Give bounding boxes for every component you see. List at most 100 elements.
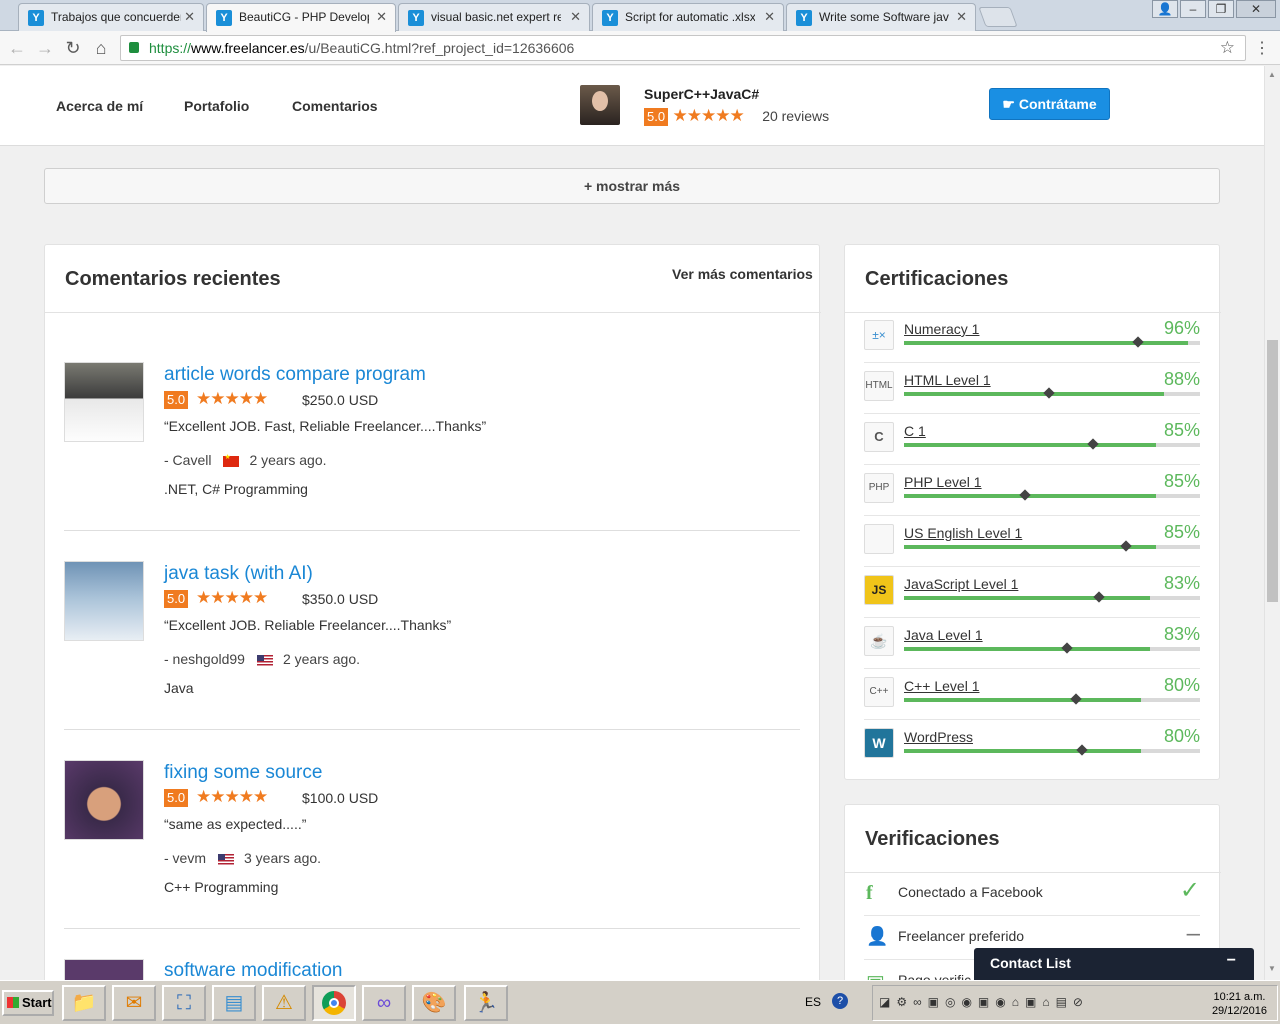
back-arrow-icon[interactable]: ← xyxy=(6,37,28,59)
profile-rating: 5.0 ★★★★★ 20 reviews xyxy=(644,106,829,126)
language-indicator[interactable]: ES xyxy=(805,995,821,1009)
facebook-icon: f xyxy=(866,882,873,904)
infinity-app-icon[interactable]: ∞ xyxy=(362,985,406,1021)
certification-name[interactable]: C++ Level 1 xyxy=(904,678,980,694)
certification-row: JS JavaScript Level 1 83% xyxy=(864,567,1200,618)
review-project-link[interactable]: fixing some source xyxy=(164,762,322,784)
rating-stars-icon: ★★★★★ xyxy=(672,106,745,125)
certification-bar-fill xyxy=(904,596,1150,600)
verifications-title: Verificaciones xyxy=(865,828,1000,850)
certification-name[interactable]: C 1 xyxy=(904,423,926,439)
chrome-icon[interactable] xyxy=(312,985,356,1021)
average-marker-icon xyxy=(1019,489,1031,501)
restore-window-icon[interactable]: ❐ xyxy=(1208,0,1234,18)
outlook-icon[interactable]: ✉ xyxy=(112,985,156,1021)
certification-bar-fill xyxy=(904,698,1141,702)
certification-bar-fill xyxy=(904,443,1156,447)
new-tab-button[interactable] xyxy=(978,7,1018,27)
runner-app-icon[interactable]: 🏃 xyxy=(464,985,508,1021)
certification-name[interactable]: Java Level 1 xyxy=(904,627,983,643)
browser-tab-3[interactable]: Y visual basic.net expert requ ✕ xyxy=(398,3,590,31)
rating-score-badge: 5.0 xyxy=(644,108,669,126)
preferred-user-icon: 👤 xyxy=(866,926,889,946)
scroll-up-icon[interactable]: ▲ xyxy=(1268,70,1276,79)
minimize-icon[interactable]: − xyxy=(1227,946,1236,976)
home-icon[interactable]: ⌂ xyxy=(90,37,112,59)
browser-tab-4[interactable]: Y Script for automatic .xlsx o ✕ xyxy=(592,3,784,31)
nav-reviews[interactable]: Comentarios xyxy=(292,98,378,114)
close-tab-icon[interactable]: ✕ xyxy=(570,9,581,25)
reviewer-name[interactable]: - vevm xyxy=(164,850,206,866)
contact-list-label: Contact List xyxy=(990,955,1071,971)
review-project-link[interactable]: software modification xyxy=(164,960,342,980)
network-app-icon[interactable]: ⛶ xyxy=(162,985,206,1021)
drawing-tool-icon[interactable]: ⚠ xyxy=(262,985,306,1021)
paint-icon[interactable]: 🎨 xyxy=(412,985,456,1021)
review-item: fixing some source 5.0 ★★★★★ $100.0 USD … xyxy=(64,760,800,930)
scroll-down-icon[interactable]: ▼ xyxy=(1268,964,1276,973)
certification-name[interactable]: PHP Level 1 xyxy=(904,474,982,490)
tab-title: Write some Software java xyxy=(819,10,949,24)
close-window-icon[interactable]: ✕ xyxy=(1236,0,1276,18)
certification-bar-fill xyxy=(904,545,1156,549)
close-tab-icon[interactable]: ✕ xyxy=(184,9,195,25)
start-button[interactable]: Start xyxy=(2,990,54,1016)
browser-tab-strip: Y Trabajos que concuerden c ✕ Y BeautiCG… xyxy=(0,0,1280,32)
system-clock[interactable]: 10:21 a.m. 29/12/2016 xyxy=(1212,990,1267,1018)
close-tab-icon[interactable]: ✕ xyxy=(956,9,967,25)
verified-check-icon: ✓ xyxy=(1179,877,1200,904)
file-explorer-icon[interactable]: 📁 xyxy=(62,985,106,1021)
freelancer-favicon-icon: Y xyxy=(408,10,424,26)
divider xyxy=(64,530,800,531)
reviewer-name[interactable]: - Cavell xyxy=(164,452,211,468)
cpp-icon: C++ xyxy=(864,677,894,707)
tray-icons[interactable]: ◪⚙∞▣◎◉▣◉⌂▣⌂▤⊘ xyxy=(879,995,1089,1009)
address-bar[interactable]: https://www.freelancer.es/u/BeautiCG.htm… xyxy=(120,35,1246,61)
see-more-reviews-link[interactable]: Ver más comentarios xyxy=(672,266,813,282)
close-tab-icon[interactable]: ✕ xyxy=(764,9,775,25)
review-price: $350.0 USD xyxy=(302,591,379,607)
page-scrollbar[interactable]: ▲ ▼ xyxy=(1264,66,1280,980)
minimize-window-icon[interactable]: – xyxy=(1180,0,1206,18)
certification-score: 80% xyxy=(1163,726,1200,746)
close-tab-icon[interactable]: ✕ xyxy=(376,9,387,25)
nav-portfolio[interactable]: Portafolio xyxy=(184,98,249,114)
help-icon[interactable]: ? xyxy=(832,993,848,1009)
tab-title: visual basic.net expert requ xyxy=(431,10,561,24)
notes-app-icon[interactable]: ▤ xyxy=(212,985,256,1021)
scrollbar-thumb[interactable] xyxy=(1267,340,1278,602)
certification-bar xyxy=(904,438,1200,450)
bookmark-star-icon[interactable]: ☆ xyxy=(1220,36,1235,60)
forward-arrow-icon[interactable]: → xyxy=(34,37,56,59)
certification-row: ☕ Java Level 1 83% xyxy=(864,618,1200,669)
certification-name[interactable]: WordPress xyxy=(904,729,973,745)
average-marker-icon xyxy=(1043,387,1055,399)
hire-me-button[interactable]: ☛ Contrátame xyxy=(989,88,1110,120)
certification-name[interactable]: HTML Level 1 xyxy=(904,372,991,388)
review-quote: “Excellent JOB. Fast, Reliable Freelance… xyxy=(164,418,487,434)
certification-name[interactable]: JavaScript Level 1 xyxy=(904,576,1018,592)
browser-menu-icon[interactable]: ⋮ xyxy=(1254,38,1270,58)
user-profile-icon[interactable]: 👤 xyxy=(1152,0,1178,18)
reload-icon[interactable]: ↻ xyxy=(62,37,84,59)
review-skills: Java xyxy=(164,680,194,696)
freelancer-favicon-icon: Y xyxy=(28,10,44,26)
contact-list-bar[interactable]: Contact List − xyxy=(974,948,1254,980)
browser-tab-5[interactable]: Y Write some Software java ✕ xyxy=(786,3,976,31)
browser-tab-1[interactable]: Y Trabajos que concuerden c ✕ xyxy=(18,3,204,31)
tab-title: Trabajos que concuerden c xyxy=(51,10,181,24)
html-icon: HTML xyxy=(864,371,894,401)
divider xyxy=(45,312,821,313)
review-project-link[interactable]: article words compare program xyxy=(164,364,426,386)
reviewer-name[interactable]: - neshgold99 xyxy=(164,651,245,667)
certification-bar xyxy=(904,591,1200,603)
reviewer-avatar xyxy=(64,760,144,840)
browser-tab-2[interactable]: Y BeautiCG - PHP Developer ✕ xyxy=(206,3,396,32)
show-more-button[interactable]: + mostrar más xyxy=(44,168,1220,204)
nav-about[interactable]: Acerca de mí xyxy=(56,98,143,114)
review-project-link[interactable]: java task (with AI) xyxy=(164,563,313,585)
certification-name[interactable]: Numeracy 1 xyxy=(904,321,979,337)
review-score-badge: 5.0 xyxy=(164,789,189,807)
certification-name[interactable]: US English Level 1 xyxy=(904,525,1022,541)
reviews-card-title: Comentarios recientes xyxy=(65,268,281,290)
